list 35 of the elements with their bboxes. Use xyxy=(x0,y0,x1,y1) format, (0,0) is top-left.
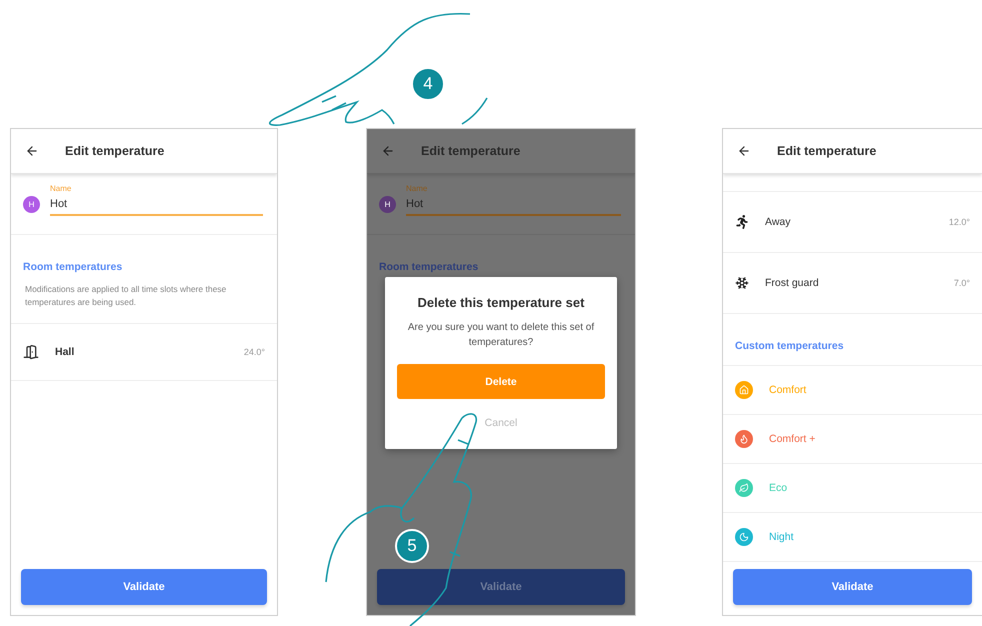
validate-button[interactable]: Validate xyxy=(733,569,972,605)
field-label: Name xyxy=(50,184,72,193)
snowflake-icon xyxy=(735,276,749,290)
name-input[interactable]: Hot xyxy=(50,196,263,216)
temperature-value: 24.0° xyxy=(244,347,265,357)
info-text: Modifications are applied to all time slots where these temperatures are being used. xyxy=(11,273,277,324)
temperature-value: 7.0° xyxy=(954,278,970,288)
screen-title: Edit temperature xyxy=(777,144,876,158)
dialog-title: Delete this temperature set xyxy=(418,295,584,310)
dialog-message: Are you sure you want to delete this set of temperatures? xyxy=(406,321,596,350)
mode-row[interactable]: Away 12.0° xyxy=(723,191,982,253)
avatar: H xyxy=(379,196,396,213)
screen-title: Edit temperature xyxy=(65,144,164,158)
cancel-button[interactable]: Cancel xyxy=(474,413,528,433)
custom-row[interactable]: Eco xyxy=(723,464,982,513)
validate-button[interactable]: Validate xyxy=(21,569,267,605)
step-number: 4 xyxy=(411,67,445,101)
name-input[interactable]: Hot xyxy=(406,196,621,216)
validate-button[interactable]: Validate xyxy=(377,569,625,605)
temperature-value: 12.0° xyxy=(948,217,970,227)
section-title: Room temperatures xyxy=(22,260,124,273)
door-icon xyxy=(23,344,39,360)
back-arrow-icon[interactable] xyxy=(737,144,751,158)
screen-title: Edit temperature xyxy=(421,144,520,158)
avatar: H xyxy=(23,196,40,213)
section-title: Custom temperatures xyxy=(723,314,982,366)
field-label: Name xyxy=(406,184,428,193)
mode-row[interactable]: Frost guard 7.0° xyxy=(723,253,982,314)
running-person-icon xyxy=(735,215,749,229)
custom-row[interactable]: Comfort xyxy=(723,366,982,415)
delete-button[interactable]: Delete xyxy=(397,364,605,399)
room-row[interactable]: Hall 24.0° xyxy=(11,324,277,381)
section-title: Room temperatures xyxy=(378,260,480,273)
custom-row[interactable]: Comfort + xyxy=(723,415,982,464)
custom-row[interactable]: Night xyxy=(723,513,982,562)
